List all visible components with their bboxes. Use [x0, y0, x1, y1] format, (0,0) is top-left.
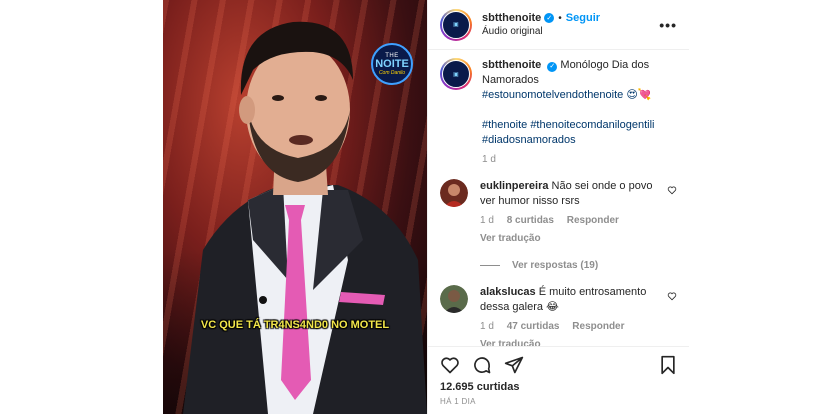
like-comment-heart-icon[interactable]	[667, 185, 677, 195]
audio-link[interactable]: Áudio original	[482, 26, 659, 37]
comment-likes[interactable]: 47 curtidas	[507, 321, 560, 332]
post-username[interactable]: sbtthenoite	[482, 12, 541, 24]
post-date: HÁ 1 DIA	[440, 397, 476, 406]
comment-item: euklinpereira Não sei onde o povo ver hu…	[440, 179, 677, 246]
more-options-icon[interactable]: •••	[659, 17, 677, 33]
reply-button[interactable]: Responder	[572, 321, 624, 332]
logo-line2: NOITE	[375, 57, 409, 70]
header-text: sbtthenoite ✓ • Seguir Áudio original	[482, 12, 659, 37]
likes-count[interactable]: 12.695 curtidas	[440, 381, 677, 393]
caption-username[interactable]: sbtthenoite	[482, 59, 541, 71]
comment-avatar[interactable]	[440, 285, 468, 313]
verified-badge-icon: ✓	[544, 13, 555, 23]
caption-hashtag-1[interactable]: #estounomotelvendothenoite 😍💘	[482, 89, 652, 101]
translate-link[interactable]: Ver tradução	[480, 231, 661, 246]
verified-badge-icon: ✓	[547, 61, 558, 72]
the-noite-logo: THE NOITE Com Danilo	[371, 43, 413, 85]
comment-item: alakslucas É muito entrosamento dessa ga…	[440, 285, 677, 346]
comment-time: 1 d	[480, 321, 494, 332]
comments-section[interactable]: ▣ sbtthenoite ✓ Monólogo Dia dos Namorad…	[428, 50, 689, 346]
save-bookmark-icon[interactable]	[659, 355, 677, 375]
caption-avatar[interactable]: ▣	[440, 58, 472, 90]
caption-hashtags-2[interactable]: #thenoite #thenoitecomdanilogentili #dia…	[482, 119, 654, 146]
view-replies-label: Ver respostas (19)	[512, 260, 599, 271]
post-modal: THE NOITE Com Danilo VC QUE TÁ TR4NS4ND0…	[163, 0, 689, 414]
logo-line3: Com Danilo	[378, 69, 406, 76]
profile-avatar-logo: ▣	[442, 10, 470, 39]
reply-button[interactable]: Responder	[567, 215, 619, 226]
separator-dot: •	[558, 12, 562, 24]
post-panel: ▣ sbtthenoite ✓ • Seguir Áudio original …	[427, 0, 689, 414]
post-header: ▣ sbtthenoite ✓ • Seguir Áudio original …	[428, 0, 689, 50]
view-replies-button[interactable]: Ver respostas (19)	[480, 260, 677, 271]
comment-time: 1 d	[480, 215, 494, 226]
like-comment-heart-icon[interactable]	[667, 291, 677, 301]
video-subtitle: VC QUE TÁ TR4NS4ND0 NO MOTEL	[200, 319, 390, 331]
comment-likes[interactable]: 8 curtidas	[507, 215, 554, 226]
like-heart-icon[interactable]	[440, 355, 460, 375]
follow-button[interactable]: Seguir	[566, 12, 600, 24]
caption: ▣ sbtthenoite ✓ Monólogo Dia dos Namorad…	[440, 58, 677, 167]
replies-line	[480, 265, 500, 266]
share-paper-plane-icon[interactable]	[504, 355, 524, 375]
comment-username[interactable]: alakslucas	[480, 286, 536, 298]
comment-username[interactable]: euklinpereira	[480, 180, 548, 192]
post-footer: 12.695 curtidas HÁ 1 DIA	[428, 346, 689, 414]
caption-meta: 1 d	[482, 152, 677, 167]
translate-link[interactable]: Ver tradução	[480, 337, 661, 346]
caption-avatar-logo: ▣	[442, 60, 470, 88]
caption-time: 1 d	[482, 154, 496, 165]
comment-avatar[interactable]	[440, 179, 468, 207]
comment-bubble-icon[interactable]	[472, 355, 492, 375]
video-player[interactable]: THE NOITE Com Danilo VC QUE TÁ TR4NS4ND0…	[163, 0, 427, 414]
action-bar	[440, 355, 677, 375]
profile-avatar[interactable]: ▣	[440, 8, 472, 41]
